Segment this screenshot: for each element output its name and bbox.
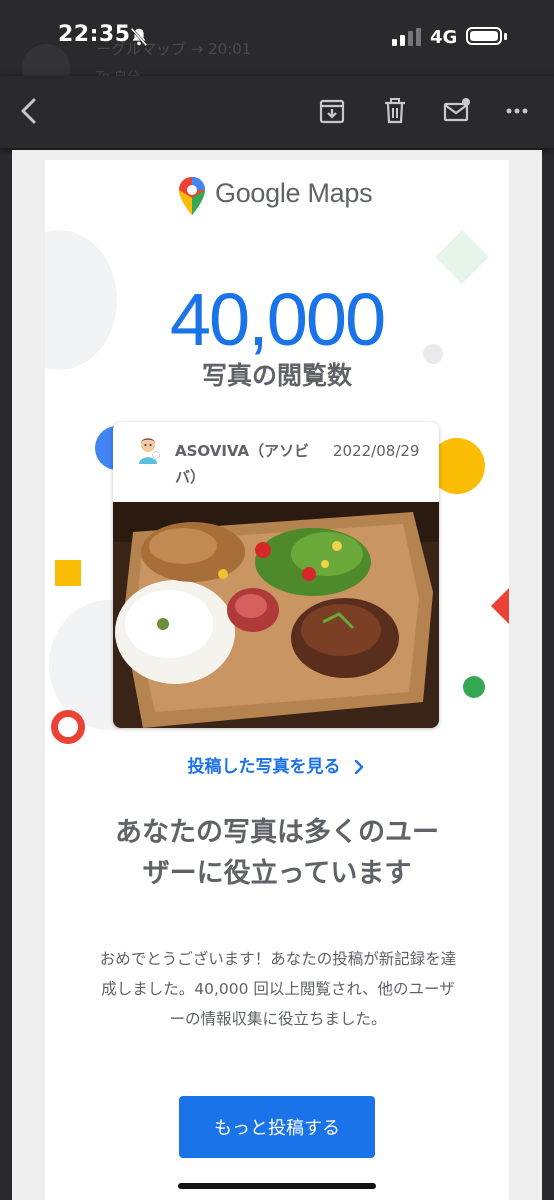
food-photo[interactable] [113, 502, 439, 728]
network-type: 4G [430, 27, 458, 48]
google-maps-logo: Google Maps [177, 174, 387, 218]
mark-unread-icon[interactable] [442, 96, 472, 126]
back-icon[interactable] [14, 96, 44, 126]
decor-square-yellow [55, 560, 81, 586]
body-text: おめでとうございます！あなたの投稿が新記録を達成しました。40,000 回以上閲… [99, 950, 457, 1028]
decor-dot-green [463, 676, 485, 698]
view-photo-link-label: 投稿した写真を見る [187, 757, 341, 777]
logo-text: Google Maps [215, 178, 373, 208]
status-bar: ーグルマップ → 20:01 To 自分 22:35 4G [0, 0, 554, 92]
signal-strength-icon [392, 28, 421, 46]
post-date: 2022/08/29 [333, 442, 420, 460]
home-indicator[interactable] [178, 1183, 376, 1189]
chevron-right-icon [355, 759, 364, 775]
battery-tip [504, 33, 507, 40]
view-count-label: 写真の閲覧数 [201, 361, 352, 390]
email-card: Google Maps 40,000 写真の閲覧数 ASOVIVA（アソビバ） … [45, 160, 509, 1200]
decor-diamond-green [435, 230, 489, 284]
archive-icon[interactable] [317, 96, 347, 126]
author-avatar-icon [139, 438, 160, 464]
silent-bell-icon [130, 27, 148, 47]
view-count: 40,000 [169, 278, 386, 361]
trash-icon[interactable] [380, 96, 410, 126]
decor-triangle-red [491, 588, 509, 624]
view-photo-link[interactable]: 投稿した写真を見る [45, 752, 509, 777]
post-author: ASOVIVA（アソビバ） [175, 442, 310, 486]
headline: あなたの写真は多くのユーザーに役立っています [115, 817, 439, 889]
post-more-button[interactable]: もっと投稿する [179, 1096, 375, 1158]
clock: 22:35 [58, 22, 131, 47]
battery-icon [466, 27, 502, 45]
more-icon[interactable] [504, 96, 534, 126]
photo-post-card[interactable]: ASOVIVA（アソビバ） 2022/08/29 [113, 422, 439, 728]
decor-ring-red [51, 710, 85, 744]
maps-pin-icon [179, 177, 205, 215]
